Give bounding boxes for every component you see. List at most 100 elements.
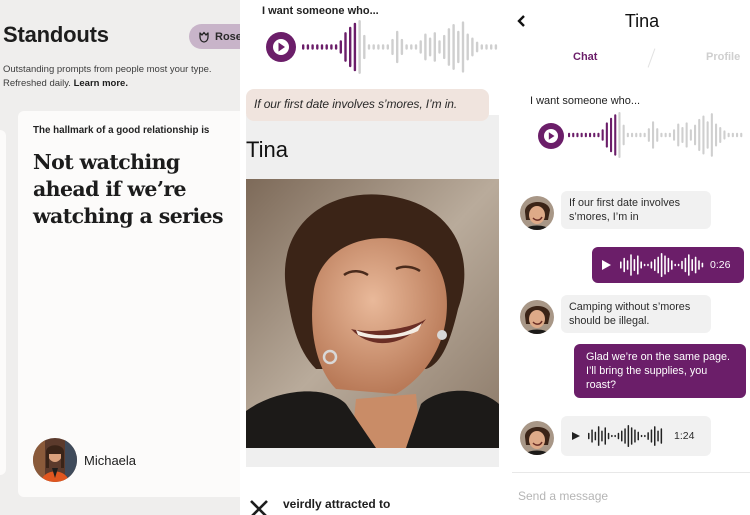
- waveform-bar: [688, 254, 690, 276]
- waveform-bar: [325, 44, 328, 50]
- rose-button[interactable]: Rose: [189, 24, 240, 49]
- prompt-answer: Not watching ahead if we’re watching a s…: [33, 150, 224, 228]
- waveform-bar: [452, 24, 455, 70]
- waveform-bar: [681, 260, 683, 270]
- waveform-bar: [580, 132, 583, 138]
- waveform-bar: [698, 260, 700, 270]
- waveform-bar: [684, 257, 687, 273]
- tab-chat[interactable]: Chat: [573, 51, 597, 63]
- waveform-bar: [621, 430, 623, 442]
- tab-profile[interactable]: Profile: [706, 51, 740, 63]
- play-icon[interactable]: [600, 259, 612, 271]
- voice-play-button[interactable]: [266, 32, 296, 62]
- waveform-bar: [576, 132, 579, 138]
- learn-more-link[interactable]: Learn more.: [74, 78, 128, 89]
- close-icon[interactable]: [248, 498, 270, 515]
- waveform-bar: [396, 30, 399, 64]
- waveform-bar: [677, 123, 680, 147]
- standouts-subtitle: Outstanding prompts from people most you…: [3, 63, 239, 90]
- waveform-bar: [597, 132, 600, 138]
- waveform-bar: [673, 129, 676, 141]
- waveform-bar: [664, 132, 667, 138]
- waveform-bar: [657, 256, 659, 274]
- waveform-bar: [723, 130, 726, 140]
- waveform-bar: [671, 260, 673, 270]
- waveform-bar: [701, 262, 704, 268]
- waveform-bar: [627, 425, 630, 447]
- waveform-bar: [637, 431, 639, 441]
- waveform-bar: [601, 129, 604, 141]
- chat-panel: Tina Chat Profile I want someone who... …: [510, 0, 750, 515]
- waveform-bar: [631, 132, 634, 138]
- tina-avatar[interactable]: [520, 421, 554, 455]
- waveform-bar: [640, 261, 642, 269]
- waveform-bar: [633, 259, 636, 271]
- waveform-bar: [572, 132, 575, 138]
- waveform-bar: [634, 429, 636, 443]
- waveform-bar: [674, 263, 676, 267]
- message-input[interactable]: [518, 489, 738, 503]
- standout-card[interactable]: The hallmark of a good relationship is N…: [18, 111, 240, 497]
- voice-play-button[interactable]: [538, 123, 564, 149]
- waveform-bar: [618, 112, 621, 158]
- waveform-bar: [302, 44, 305, 50]
- waveform-bar: [731, 132, 734, 138]
- waveform-bar: [457, 30, 460, 64]
- waveform-bar: [339, 40, 342, 54]
- waveform-bar: [623, 257, 625, 273]
- waveform-bar: [640, 434, 643, 438]
- waveform-bar: [607, 432, 610, 440]
- next-prompt-text: veirdly attracted to: [283, 497, 391, 511]
- waveform-bar: [471, 37, 474, 57]
- waveform-bar: [591, 429, 593, 443]
- tina-photo[interactable]: [246, 179, 499, 448]
- waveform-bar: [466, 33, 469, 61]
- play-icon[interactable]: [571, 431, 581, 441]
- waveform-bar: [694, 124, 697, 146]
- waveform-bar: [644, 434, 646, 438]
- voice-prompt-label: I want someone who...: [530, 95, 641, 107]
- previous-card-edge[interactable]: [0, 130, 6, 475]
- waveform-bar: [424, 33, 427, 61]
- waveform-bar: [320, 44, 324, 50]
- waveform-bar: [647, 263, 649, 267]
- waveform-bar: [611, 434, 613, 438]
- waveform-bar: [652, 121, 655, 149]
- waveform-bar: [614, 434, 616, 438]
- message-outgoing-voice[interactable]: 0:26: [592, 247, 744, 283]
- waveform-bar: [447, 28, 451, 66]
- profile-panel: I want someone who... If our first date …: [240, 0, 510, 515]
- waveform-bar: [358, 20, 361, 74]
- message-outgoing: Glad we’re on the same page. I’ll bring …: [574, 344, 746, 398]
- waveform-bar: [480, 44, 483, 50]
- waveform-bar: [485, 44, 488, 50]
- prompt-question: The hallmark of a good relationship is: [33, 125, 210, 136]
- tina-avatar[interactable]: [520, 300, 554, 334]
- waveform-bar: [643, 263, 646, 267]
- tina-avatar[interactable]: [520, 196, 554, 230]
- voice-message-waveform[interactable]: [620, 253, 704, 277]
- message-incoming-voice[interactable]: 1:24: [561, 416, 711, 456]
- waveform-bar: [727, 132, 730, 138]
- voice-waveform[interactable]: [568, 112, 746, 158]
- waveform-bar: [689, 129, 692, 141]
- waveform-bar: [719, 126, 722, 144]
- waveform-bar: [605, 122, 608, 148]
- voice-waveform[interactable]: [302, 20, 500, 74]
- michaela-avatar[interactable]: [33, 438, 77, 482]
- waveform-bar: [650, 429, 653, 443]
- waveform-bar: [740, 132, 743, 138]
- waveform-bar: [419, 40, 422, 54]
- waveform-bar: [363, 34, 366, 60]
- waveform-bar: [306, 44, 310, 50]
- waveform-bar: [660, 428, 663, 444]
- standouts-panel: Standouts Rose Outstanding prompts from …: [0, 0, 240, 515]
- waveform-bar: [381, 44, 385, 50]
- waveform-bar: [626, 260, 629, 270]
- message-incoming: If our first date involves s’mores, I’m …: [561, 191, 711, 229]
- waveform-bar: [391, 38, 394, 56]
- waveform-bar: [654, 259, 656, 271]
- waveform-bar: [594, 431, 597, 441]
- voice-duration: 1:24: [674, 430, 695, 442]
- voice-message-waveform[interactable]: [588, 425, 664, 447]
